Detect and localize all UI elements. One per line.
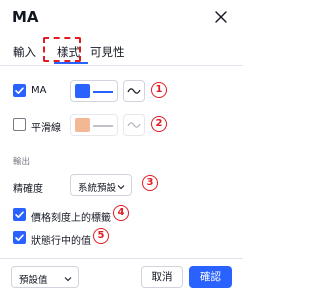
active-tab-indicator xyxy=(54,62,88,64)
precision-value: 系統預設 xyxy=(78,183,117,194)
output-section-label: 輸出 xyxy=(13,157,31,167)
annotation-badge-4: 4 xyxy=(113,205,129,221)
precision-label: 精確度 xyxy=(13,184,43,195)
tab-visibility[interactable]: 可見性 xyxy=(90,44,125,60)
annotation-badge-2: 2 xyxy=(151,116,167,132)
ma-checkbox[interactable] xyxy=(13,84,26,97)
status-line-value-checkbox[interactable] xyxy=(13,231,26,244)
ma-label: MA xyxy=(31,85,47,96)
smoothing-color-swatch xyxy=(75,118,90,132)
cancel-button[interactable]: 取消 xyxy=(141,266,183,288)
annotation-badge-1: 1 xyxy=(151,82,167,98)
smoothing-checkbox[interactable] xyxy=(13,118,26,131)
smoothing-color-picker[interactable] xyxy=(70,114,118,136)
annotation-badge-3: 3 xyxy=(142,175,158,191)
smoothing-line-preview xyxy=(93,125,113,127)
annotation-badge-5: 5 xyxy=(93,228,109,244)
precision-select[interactable]: 系統預設 xyxy=(70,174,132,196)
ma-color-swatch xyxy=(75,84,90,98)
price-scale-label-checkbox[interactable] xyxy=(13,208,26,221)
ma-line-style-button[interactable] xyxy=(123,80,145,102)
tab-style-highlight xyxy=(43,37,81,62)
chevron-down-icon xyxy=(64,274,72,285)
ma-line-preview xyxy=(93,91,113,93)
line-wave-icon xyxy=(127,88,141,94)
ma-color-picker[interactable] xyxy=(70,80,118,102)
status-line-value-text: 狀態行中的值 xyxy=(31,236,91,247)
close-icon[interactable] xyxy=(212,8,230,26)
dialog-title: MA xyxy=(12,8,39,26)
tabs-divider xyxy=(0,65,243,66)
chevron-down-icon xyxy=(117,182,125,193)
line-wave-icon xyxy=(127,122,141,128)
ok-button[interactable]: 確認 xyxy=(189,266,232,288)
smoothing-line-style-button[interactable] xyxy=(123,114,145,136)
tab-inputs[interactable]: 輸入 xyxy=(13,44,36,60)
footer-divider xyxy=(0,258,243,259)
price-scale-label-text: 價格刻度上的標籤 xyxy=(31,213,111,224)
template-value: 預設值 xyxy=(19,275,48,286)
template-select[interactable]: 預設值 xyxy=(11,266,79,288)
smoothing-label: 平滑線 xyxy=(31,123,61,134)
